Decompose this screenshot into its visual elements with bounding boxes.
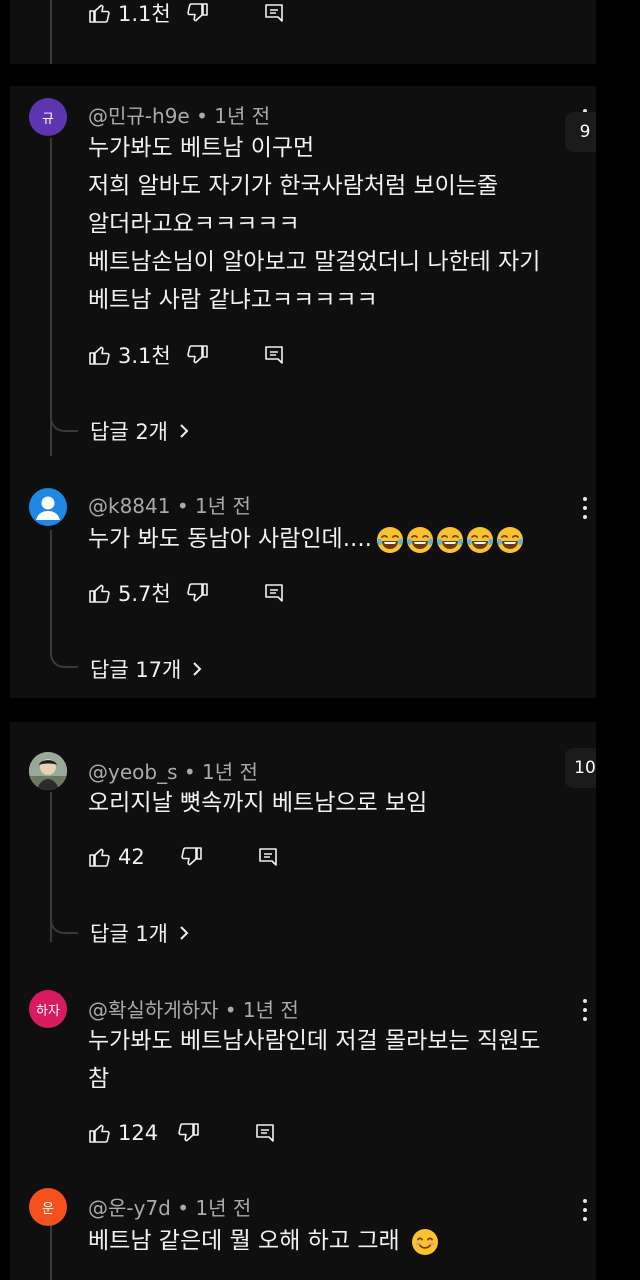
- reply-button[interactable]: [263, 582, 285, 604]
- emoji-row: [376, 526, 526, 553]
- reply-icon: [264, 4, 283, 22]
- count-badge: 9: [565, 112, 596, 152]
- dislike-button[interactable]: [179, 845, 203, 869]
- comment-panel: 1.1천: [10, 0, 596, 64]
- dislike-button[interactable]: [176, 1121, 200, 1145]
- comment-actions: 5.7천: [88, 578, 285, 608]
- comment-text: 누가봐도 베트남 이구먼 저희 알바도 자기가 한국사람처럼 보이는줄 알더라고…: [88, 135, 541, 313]
- comment-meta: @k8841 • 1년 전: [88, 494, 251, 518]
- tears-of-joy-emoji-icon: [406, 526, 434, 553]
- more-options-icon[interactable]: [575, 1196, 595, 1224]
- author-name[interactable]: @확실하게하자: [88, 998, 218, 1022]
- view-replies-button[interactable]: 답글 17개: [90, 654, 205, 684]
- tears-of-joy-emoji-icon: [376, 526, 404, 553]
- thumbs-up-icon: [89, 4, 110, 23]
- smiling-face-emoji-icon: [411, 1228, 438, 1255]
- thumbs-up-icon: [89, 584, 110, 603]
- comment-meta: @yeob_s • 1년 전: [88, 760, 258, 784]
- thread-line: [50, 530, 52, 650]
- reply-button[interactable]: [254, 1122, 276, 1144]
- like-count: 3.1천: [118, 344, 171, 368]
- tears-of-joy-emoji-icon: [466, 526, 494, 553]
- reply-icon: [264, 584, 283, 602]
- reply-icon: [264, 346, 283, 364]
- thumbs-down-icon: [178, 1123, 199, 1142]
- comment-actions: 1.1천: [88, 0, 285, 28]
- thread-line: [50, 0, 52, 64]
- thumbs-down-icon: [186, 583, 208, 602]
- like-count: 1.1천: [118, 2, 171, 26]
- dislike-button[interactable]: [185, 581, 209, 605]
- view-replies-button[interactable]: 답글 1개: [90, 918, 192, 948]
- like-count: 5.7천: [118, 582, 171, 606]
- avatar: [29, 488, 67, 526]
- view-replies-button[interactable]: 답글 2개: [90, 416, 192, 446]
- thumbs-up-icon: [89, 848, 110, 867]
- more-options-icon[interactable]: [575, 494, 595, 522]
- thread-curve: [50, 908, 78, 934]
- comment-meta: @민규-h9e • 1년 전: [88, 104, 271, 128]
- more-options-icon[interactable]: [575, 996, 595, 1024]
- avatar: [29, 752, 67, 790]
- comment-text: 누가 봐도 동남아 사람인데....: [88, 520, 526, 558]
- thumbs-up-icon: [89, 1124, 110, 1143]
- like-button[interactable]: 5.7천: [88, 578, 171, 608]
- timestamp: 1년 전: [202, 760, 258, 784]
- thumbs-down-icon: [186, 345, 208, 364]
- chevron-right-icon: [180, 424, 189, 438]
- like-button[interactable]: 1.1천: [88, 0, 171, 28]
- author-name[interactable]: @yeob_s: [88, 760, 178, 784]
- comment-actions: 3.1천: [88, 340, 285, 370]
- comment-actions: 124: [88, 1118, 276, 1148]
- avatar: 운: [29, 1188, 67, 1226]
- timestamp: 1년 전: [195, 494, 251, 518]
- comment-text: 베트남 같은데 뭘 오해 하고 그래: [88, 1222, 439, 1260]
- avatar: 규: [29, 98, 67, 136]
- like-count: 42: [118, 845, 145, 869]
- dislike-button[interactable]: [185, 343, 209, 367]
- timestamp: 1년 전: [214, 104, 271, 128]
- comment-panel: @yeob_s • 1년 전 10 오리지날 뼛속까지 베트남으로 보임 42 …: [10, 722, 596, 1280]
- comment-text: 누가봐도 베트남사람인데 저걸 몰라보는 직원도 참: [88, 1028, 541, 1092]
- thumbs-down-icon: [181, 847, 202, 866]
- avatar: 하자: [29, 990, 67, 1028]
- chevron-right-icon: [180, 926, 189, 940]
- reply-icon: [256, 1124, 274, 1142]
- reply-button[interactable]: [263, 344, 285, 366]
- reply-button[interactable]: [263, 2, 285, 24]
- thumbs-down-icon: [186, 3, 208, 22]
- comment-text: 오리지날 뼛속까지 베트남으로 보임: [88, 790, 428, 816]
- reply-button[interactable]: [257, 846, 279, 868]
- comment-meta: @운-y7d • 1년 전: [88, 1196, 252, 1220]
- timestamp: 1년 전: [242, 998, 299, 1022]
- comment-actions: 42: [88, 842, 279, 872]
- like-button[interactable]: 42: [88, 845, 145, 869]
- like-count: 124: [118, 1121, 159, 1145]
- timestamp: 1년 전: [195, 1196, 252, 1220]
- thread-curve: [50, 642, 78, 668]
- author-name[interactable]: @운-y7d: [88, 1196, 171, 1220]
- thread-line: [50, 1222, 52, 1280]
- chevron-right-icon: [193, 662, 202, 676]
- reply-icon: [258, 848, 277, 866]
- like-button[interactable]: 3.1천: [88, 340, 171, 370]
- dislike-button[interactable]: [185, 1, 209, 25]
- default-user-icon: [36, 496, 60, 520]
- tears-of-joy-emoji-icon: [436, 526, 464, 553]
- author-name[interactable]: @민규-h9e: [88, 104, 190, 128]
- profile-photo-icon: [29, 752, 67, 790]
- author-name[interactable]: @k8841: [88, 494, 170, 518]
- thumbs-up-icon: [89, 346, 110, 365]
- tears-of-joy-emoji-icon: [496, 526, 524, 553]
- thread-curve: [50, 406, 78, 432]
- comment-meta: @확실하게하자 • 1년 전: [88, 998, 299, 1022]
- comment-panel: 규 @민규-h9e • 1년 전 9 누가봐도 베트남 이구먼 저희 알바도 자…: [10, 86, 596, 698]
- count-badge: 10: [565, 748, 596, 788]
- like-button[interactable]: 124: [88, 1121, 158, 1145]
